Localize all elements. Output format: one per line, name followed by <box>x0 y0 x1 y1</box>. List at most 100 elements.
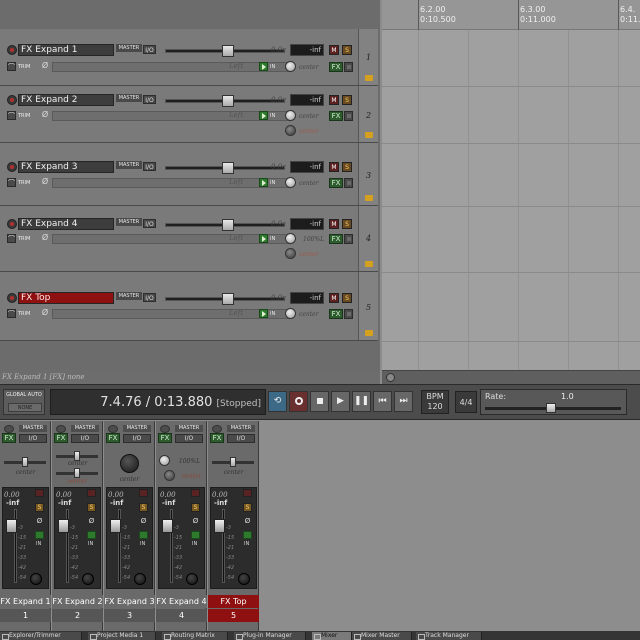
input-monitor-icon[interactable] <box>35 531 44 539</box>
automation-envelope-icon[interactable]: ⌒ <box>7 111 16 120</box>
master-send-label[interactable]: MASTER <box>175 425 203 432</box>
automation-envelope-icon[interactable]: ⌒ <box>7 234 16 243</box>
volume-fader-handle[interactable] <box>110 519 121 533</box>
trim-label[interactable]: TRIM <box>18 113 30 119</box>
solo-button[interactable]: S <box>342 45 352 55</box>
track-name-field[interactable]: FX Expand 4 <box>18 218 114 230</box>
pan-readout[interactable]: Left <box>229 111 243 119</box>
volume-slider-handle[interactable] <box>222 45 234 57</box>
width-knob[interactable] <box>134 573 146 585</box>
record-button[interactable] <box>289 391 308 412</box>
solo-button[interactable]: S <box>87 503 96 512</box>
input-monitor-icon[interactable] <box>259 111 268 120</box>
fx-bypass-button[interactable] <box>344 234 353 244</box>
pan-width-bar[interactable] <box>52 309 290 319</box>
mute-button[interactable]: M <box>329 45 339 55</box>
volume-slider-handle[interactable] <box>222 162 234 174</box>
width-knob[interactable] <box>285 248 296 259</box>
record-arm-button[interactable] <box>7 45 17 55</box>
fx-button[interactable]: FX <box>54 433 68 443</box>
phase-invert-icon[interactable]: Ø <box>40 177 50 187</box>
playrate-control[interactable]: Rate: 1.0 <box>480 389 627 415</box>
pan-readout[interactable]: Left <box>229 234 243 242</box>
pan-knob[interactable] <box>120 454 139 473</box>
fx-button[interactable]: FX <box>158 433 172 443</box>
rate-slider-handle[interactable] <box>546 403 556 413</box>
track-name-field[interactable]: FX Expand 2 <box>18 94 114 106</box>
track-name-field[interactable]: FX Expand 3 <box>18 161 114 173</box>
fx-bypass-button[interactable] <box>344 178 353 188</box>
track-row[interactable]: FX Expand 2 MASTER I/O 0.0c -inf M S ⌒ T… <box>0 86 378 143</box>
pan-width-bar[interactable] <box>52 111 290 121</box>
io-button[interactable]: I/O <box>123 434 151 443</box>
pan-knob[interactable] <box>285 61 296 72</box>
master-send-label[interactable]: MASTER <box>116 161 142 169</box>
io-button[interactable]: I/O <box>143 45 156 54</box>
mixer-strip[interactable]: FX MASTER I/O center 0.00 -inf S Ø IN -3… <box>208 421 259 631</box>
solo-button[interactable]: S <box>35 503 44 512</box>
time-signature[interactable]: 4/4 <box>455 391 477 413</box>
width-knob[interactable] <box>30 573 42 585</box>
pan-slider-handle[interactable] <box>230 457 236 467</box>
pan-width-bar[interactable] <box>52 178 290 188</box>
pan-readout[interactable]: Left <box>229 178 243 186</box>
phase-invert-icon[interactable]: Ø <box>139 517 148 526</box>
mute-button[interactable]: M <box>329 95 339 105</box>
bpm-display[interactable]: BPM 120 <box>421 390 449 414</box>
io-button[interactable]: I/O <box>175 434 203 443</box>
io-button[interactable]: I/O <box>143 162 156 171</box>
track-number-panel[interactable]: 3 <box>358 143 378 205</box>
track-number-panel[interactable]: 1 <box>358 29 378 85</box>
volume-slider-handle[interactable] <box>222 95 234 107</box>
width-knob[interactable] <box>82 573 94 585</box>
track-row[interactable]: FX Expand 4 MASTER I/O 0.0c -inf M S ⌒ T… <box>0 206 378 272</box>
timeline-ruler[interactable]: 6.2.00 0:10.500 6.3.00 0:11.000 6.4. 0:1… <box>382 0 640 30</box>
solo-button[interactable]: S <box>191 503 200 512</box>
record-arm-button[interactable] <box>4 425 14 433</box>
volume-slider-handle[interactable] <box>222 293 234 305</box>
master-send-label[interactable]: MASTER <box>116 292 142 300</box>
record-arm-button[interactable] <box>212 425 222 433</box>
record-arm-button[interactable] <box>160 425 170 433</box>
fx-bypass-button[interactable] <box>344 309 353 319</box>
trim-label[interactable]: TRIM <box>18 64 30 70</box>
mute-button[interactable]: M <box>329 162 339 172</box>
mute-button[interactable]: M <box>329 219 339 229</box>
fx-button[interactable]: FX <box>2 433 16 443</box>
volume-fader-handle[interactable] <box>58 519 69 533</box>
master-send-label[interactable]: MASTER <box>71 425 99 432</box>
solo-button[interactable]: S <box>342 219 352 229</box>
pan-knob[interactable] <box>285 308 296 319</box>
go-to-start-button[interactable]: ⏮ <box>373 391 392 412</box>
input-monitor-icon[interactable] <box>259 309 268 318</box>
input-monitor-icon[interactable] <box>191 531 200 539</box>
width-knob[interactable] <box>238 573 250 585</box>
phase-invert-icon[interactable]: Ø <box>243 517 252 526</box>
phase-invert-icon[interactable]: Ø <box>35 517 44 526</box>
phase-invert-icon[interactable]: Ø <box>40 61 50 71</box>
pan-readout[interactable]: Left <box>229 309 243 317</box>
phase-invert-icon[interactable]: Ø <box>40 110 50 120</box>
master-send-label[interactable]: MASTER <box>123 425 151 432</box>
track-number-panel[interactable]: 4 <box>358 206 378 271</box>
automation-envelope-icon[interactable]: ⌒ <box>7 309 16 318</box>
mute-button[interactable]: M <box>329 293 339 303</box>
automation-envelope-icon[interactable]: ⌒ <box>7 62 16 71</box>
width-knob[interactable] <box>186 573 198 585</box>
pan-knob[interactable] <box>285 233 296 244</box>
pause-button[interactable]: ❚❚ <box>352 391 371 412</box>
mixer-strip[interactable]: FX MASTER I/O center 0.00 -inf S Ø IN -3… <box>104 421 155 631</box>
track-name-field[interactable]: FX Top <box>18 292 114 304</box>
strip-name[interactable]: FX Expand 1 <box>0 595 51 608</box>
strip-name[interactable]: FX Top <box>208 595 259 608</box>
solo-button[interactable]: S <box>342 95 352 105</box>
pan-knob[interactable] <box>285 110 296 121</box>
input-monitor-icon[interactable] <box>87 531 96 539</box>
phase-invert-icon[interactable]: Ø <box>191 517 200 526</box>
pan-width-bar[interactable] <box>52 62 290 72</box>
strip-name[interactable]: FX Expand 2 <box>52 595 103 608</box>
fx-button[interactable]: FX <box>329 62 343 72</box>
pan-knob[interactable] <box>285 177 296 188</box>
master-send-label[interactable]: MASTER <box>116 218 142 226</box>
fx-button[interactable]: FX <box>329 178 343 188</box>
